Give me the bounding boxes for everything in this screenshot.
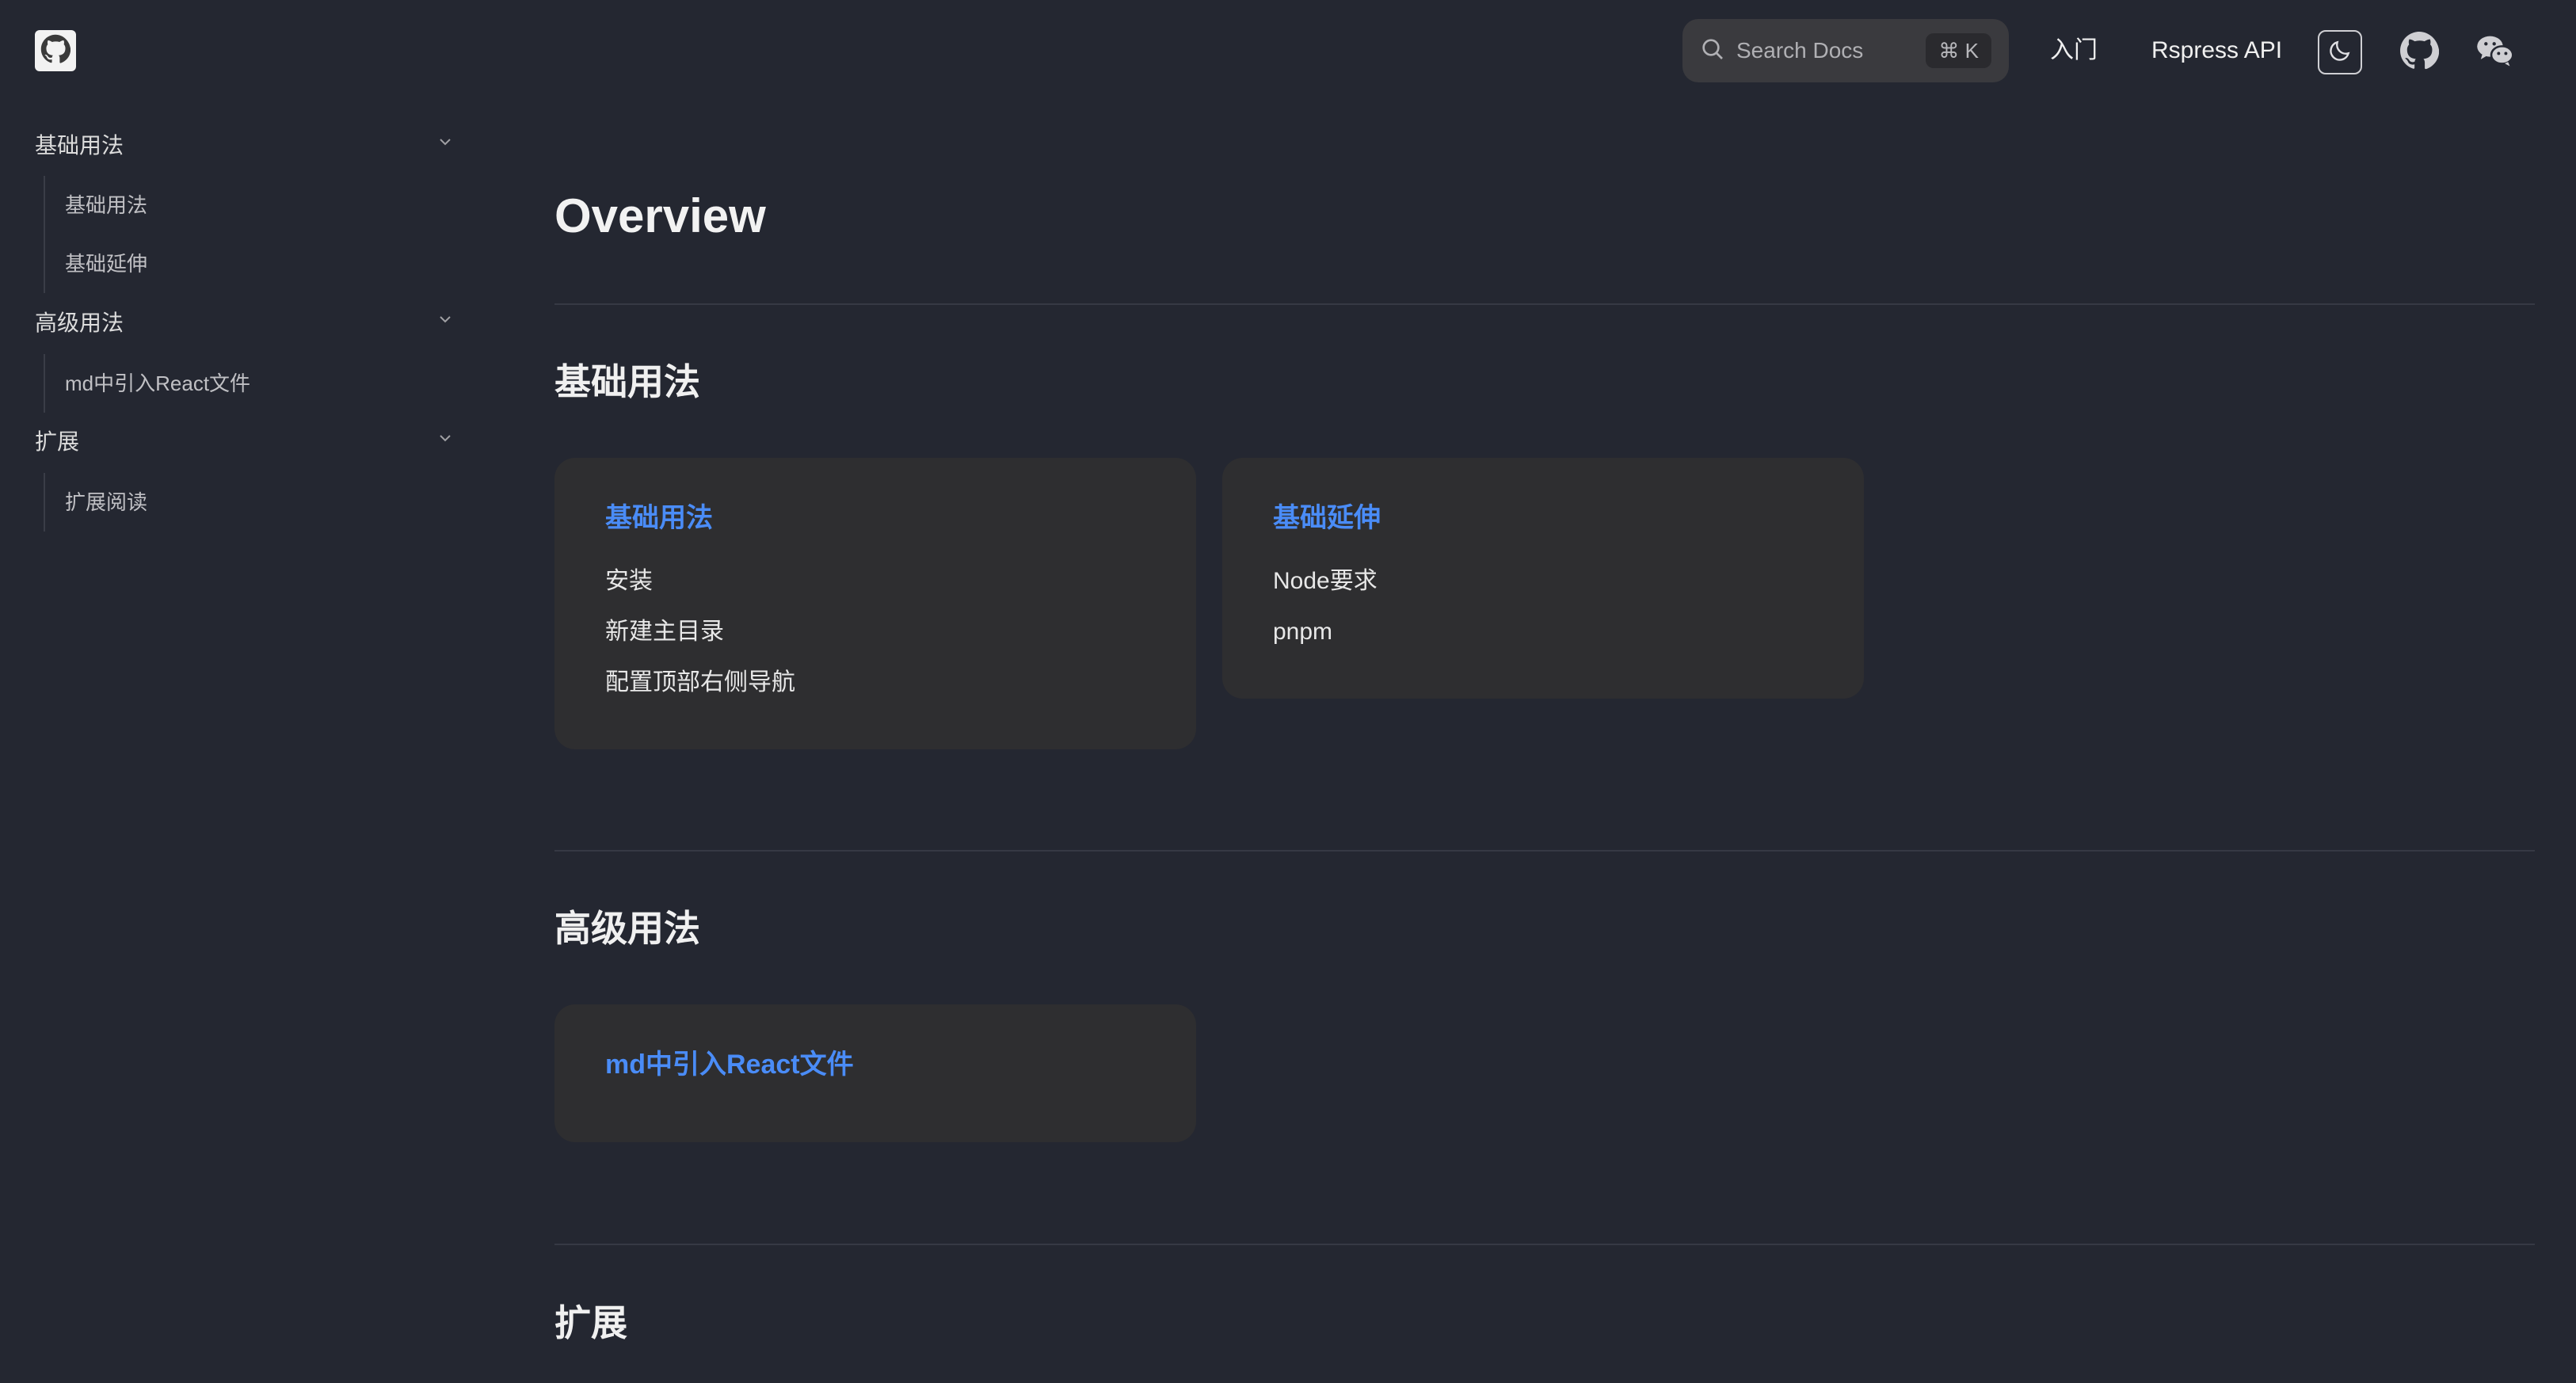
top-navbar: Search Docs ⌘ K 入门 Rspress API bbox=[0, 0, 2576, 100]
sidebar-group-children: md中引入React文件 bbox=[44, 354, 250, 413]
sidebar-group-label: 高级用法 bbox=[35, 311, 124, 335]
card-link-install[interactable]: 安装 bbox=[605, 556, 1145, 607]
overview-card-basic-usage: 基础用法 安装 新建主目录 配置顶部右侧导航 bbox=[554, 458, 1196, 749]
nav-link-get-started[interactable]: 入门 bbox=[2050, 35, 2098, 67]
card-link-pnpm[interactable]: pnpm bbox=[1273, 607, 1813, 657]
section-divider bbox=[554, 303, 2535, 305]
overview-card-md-react: md中引入React文件 bbox=[554, 1004, 1196, 1142]
github-icon bbox=[2399, 31, 2440, 74]
sidebar-group-label: 扩展 bbox=[35, 429, 80, 454]
wechat-icon bbox=[2475, 30, 2516, 75]
search-placeholder: Search Docs bbox=[1736, 38, 1864, 63]
sidebar-item-md-react[interactable]: md中引入React文件 bbox=[45, 354, 250, 413]
section-title-advanced-usage: 高级用法 bbox=[554, 908, 700, 949]
card-title-link[interactable]: 基础用法 bbox=[605, 496, 1145, 540]
search-icon bbox=[1700, 36, 1725, 66]
moon-icon bbox=[2327, 38, 2353, 67]
sidebar-group-children: 基础用法 基础延伸 bbox=[44, 176, 147, 293]
sidebar-group-children: 扩展阅读 bbox=[44, 473, 147, 531]
sidebar-item-basic-usage[interactable]: 基础用法 bbox=[45, 176, 147, 234]
search-shortcut-hint: ⌘ K bbox=[1926, 33, 1991, 68]
page-title: Overview bbox=[554, 189, 766, 242]
nav-link-rspress-api[interactable]: Rspress API bbox=[2151, 35, 2282, 67]
sidebar-group-advanced-usage[interactable]: 高级用法 bbox=[35, 296, 455, 347]
sidebar-item-basic-extension[interactable]: 基础延伸 bbox=[45, 234, 147, 293]
overview-card-basic-extension: 基础延伸 Node要求 pnpm bbox=[1222, 458, 1864, 699]
github-link[interactable] bbox=[2395, 29, 2443, 76]
card-title-link[interactable]: md中引入React文件 bbox=[605, 1042, 1145, 1087]
card-link-node-requirements[interactable]: Node要求 bbox=[1273, 556, 1813, 607]
section-title-basic-usage: 基础用法 bbox=[554, 361, 700, 402]
section-divider bbox=[554, 1244, 2535, 1245]
section-title-extension: 扩展 bbox=[554, 1302, 627, 1343]
card-title-link[interactable]: 基础延伸 bbox=[1273, 496, 1813, 540]
wechat-link[interactable] bbox=[2471, 29, 2519, 76]
chevron-down-icon bbox=[436, 428, 455, 453]
search-box[interactable]: Search Docs ⌘ K bbox=[1682, 19, 2009, 82]
logo-github-icon bbox=[40, 34, 71, 68]
sidebar-group-extension[interactable]: 扩展 bbox=[35, 415, 455, 466]
card-link-new-home-dir[interactable]: 新建主目录 bbox=[605, 607, 1145, 657]
sidebar-item-extended-reading[interactable]: 扩展阅读 bbox=[45, 473, 147, 531]
site-logo[interactable] bbox=[35, 30, 76, 71]
card-link-config-nav[interactable]: 配置顶部右侧导航 bbox=[605, 657, 1145, 708]
theme-toggle-button[interactable] bbox=[2318, 30, 2362, 74]
chevron-down-icon bbox=[436, 309, 455, 334]
section-divider bbox=[554, 850, 2535, 852]
sidebar-group-label: 基础用法 bbox=[35, 133, 124, 158]
chevron-down-icon bbox=[436, 131, 455, 157]
sidebar-group-basic-usage[interactable]: 基础用法 bbox=[35, 119, 455, 170]
